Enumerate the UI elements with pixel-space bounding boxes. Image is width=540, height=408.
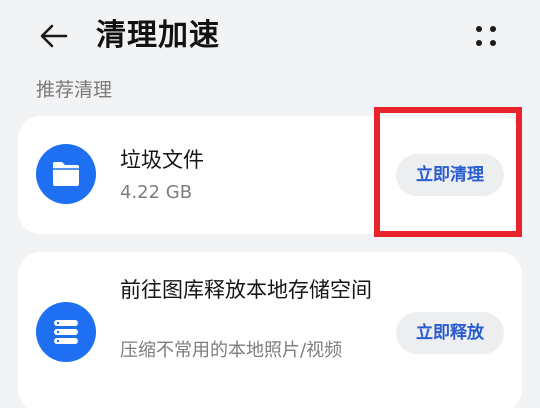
more-dots-icon	[476, 26, 496, 46]
more-options-button[interactable]	[468, 18, 504, 54]
app-bar: 清理加速	[0, 0, 540, 70]
folder-icon	[53, 162, 79, 186]
junk-files-title: 垃圾文件	[120, 148, 204, 172]
junk-files-size: 4.22 GB	[120, 182, 193, 203]
storage-icon-badge	[36, 302, 96, 362]
storage-icon	[54, 320, 78, 344]
clean-now-button[interactable]: 立即清理	[396, 154, 504, 196]
back-arrow-icon	[40, 24, 68, 48]
gallery-storage-title: 前往图库释放本地存储空间	[120, 278, 372, 302]
screen: 清理加速 推荐清理 垃圾文件 4.22 GB 立即清理 前往图库释放本地存储空间…	[0, 0, 540, 408]
back-button[interactable]	[36, 18, 72, 54]
free-up-now-button[interactable]: 立即释放	[396, 312, 504, 354]
page-title: 清理加速	[96, 18, 220, 53]
junk-files-card: 垃圾文件 4.22 GB 立即清理	[18, 116, 522, 234]
gallery-storage-description: 压缩不常用的本地照片/视频	[120, 340, 343, 361]
section-label: 推荐清理	[36, 79, 113, 101]
folder-icon-badge	[36, 144, 96, 204]
gallery-storage-card: 前往图库释放本地存储空间 压缩不常用的本地照片/视频 立即释放	[18, 252, 522, 408]
